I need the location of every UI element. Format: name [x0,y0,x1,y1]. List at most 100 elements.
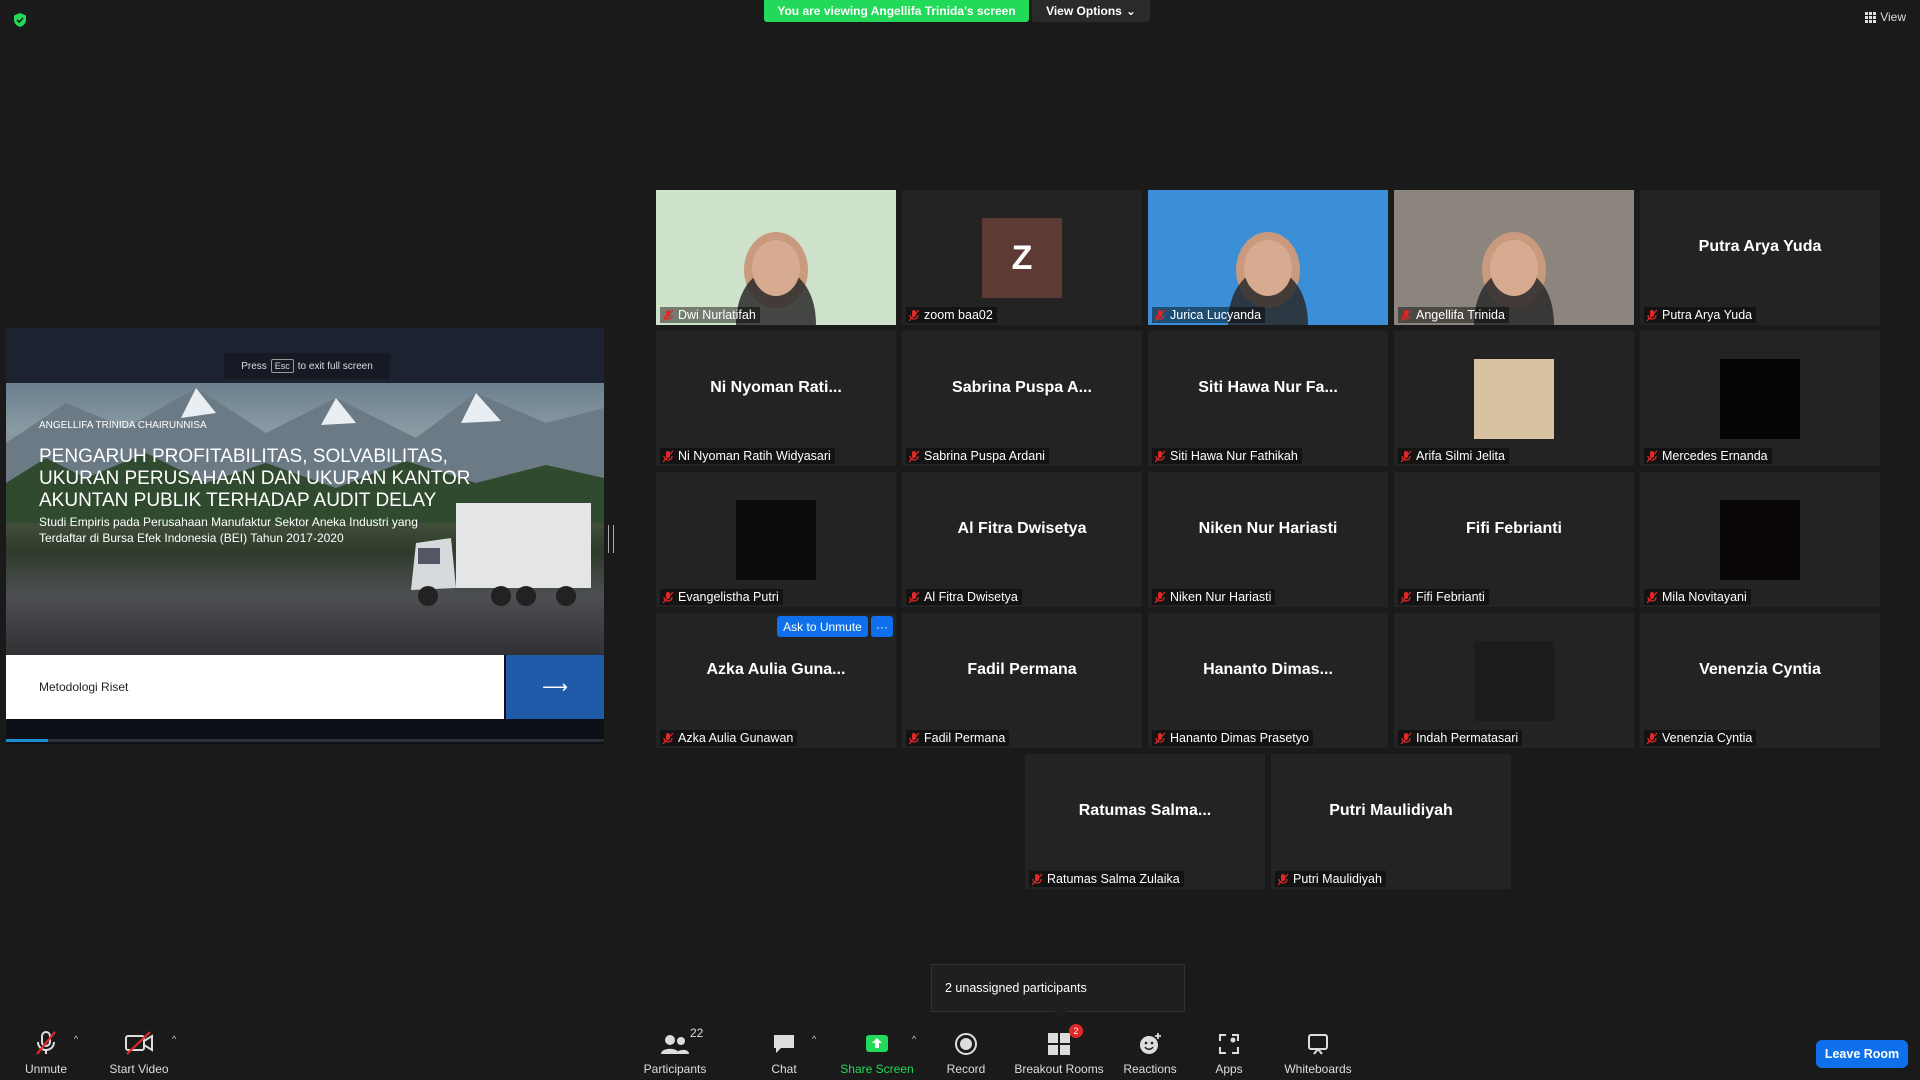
chat-options-caret-icon[interactable]: ^ [812,1034,816,1044]
participant-name: Mercedes Ernanda [1662,449,1768,463]
participant-tile[interactable]: Indah Permatasari [1394,613,1634,748]
participant-name-label: Jurica Lucyanda [1152,307,1266,323]
breakout-rooms-label: Breakout Rooms [1014,1062,1104,1076]
participant-tile[interactable]: Siti Hawa Nur Fa... Siti Hawa Nur Fathika… [1148,331,1388,466]
participant-tile[interactable]: Hananto Dimas... Hananto Dimas Prasetyo [1148,613,1388,748]
shared-screen[interactable]: Press Esc to exit full screen ANGELLIFA … [6,328,604,744]
participant-name-label: Ni Nyoman Ratih Widyasari [660,448,835,464]
unmute-button[interactable]: Unmute [18,1026,74,1076]
esc-hint-post: to exit full screen [297,360,373,372]
participant-tile[interactable]: Mila Novitayani [1640,472,1880,607]
audio-options-caret-icon[interactable]: ^ [74,1034,78,1044]
chat-button[interactable]: Chat [762,1026,806,1076]
participant-tile[interactable]: Arifa Silmi Jelita [1394,331,1634,466]
record-label: Record [946,1062,986,1076]
participants-button[interactable]: Participants 22 [640,1026,710,1076]
participant-name-label: zoom baa02 [906,307,997,323]
more-options-button[interactable]: ··· [871,616,893,637]
slide-nav-label[interactable]: Metodologi Riset [6,655,504,719]
view-options-button[interactable]: View Options ⌄ [1032,0,1150,22]
participant-tile[interactable]: Ni Nyoman Rati... Ni Nyoman Ratih Widyasa… [656,331,896,466]
participant-tile[interactable]: Putri Maulidiyah Putri Maulidiyah [1271,754,1511,889]
participant-name-label: Siti Hawa Nur Fathikah [1152,448,1302,464]
viewing-screen-banner: You are viewing Angellifa Trinida's scre… [764,0,1029,22]
participant-tile[interactable]: Dwi Nurlatifah [656,190,896,325]
participant-display-name: Ratumas Salma... [1078,802,1212,819]
participant-tile[interactable]: Venenzia Cyntia Venenzia Cyntia [1640,613,1880,748]
mic-muted-icon [1400,450,1412,462]
mic-off-icon [36,1031,56,1055]
unassigned-participants-tooltip[interactable]: 2 unassigned participants [931,964,1185,1012]
participant-name-label: Fadil Permana [906,730,1010,746]
view-button[interactable]: View [1865,10,1906,24]
mic-muted-icon [1154,591,1166,603]
participant-display-name: Putra Arya Yuda [1698,238,1822,255]
mic-muted-icon [1154,450,1166,462]
participant-name: Putri Maulidiyah [1293,872,1382,886]
video-options-caret-icon[interactable]: ^ [172,1034,176,1044]
whiteboards-button[interactable]: Whiteboards [1282,1026,1354,1076]
mic-muted-icon [662,450,674,462]
participant-name: Evangelistha Putri [678,590,779,604]
apps-label: Apps [1215,1062,1243,1076]
participant-display-name: Sabrina Puspa A... [952,379,1092,396]
participant-tile[interactable]: Jurica Lucyanda [1148,190,1388,325]
participant-tile[interactable]: Putra Arya Yuda Putra Arya Yuda [1640,190,1880,325]
participant-tile[interactable]: Angellifa Trinida [1394,190,1634,325]
participant-name: Arifa Silmi Jelita [1416,449,1505,463]
mic-muted-icon [1646,450,1658,462]
participant-video [1394,190,1634,325]
share-options-caret-icon[interactable]: ^ [912,1034,916,1044]
participant-name: Al Fitra Dwisetya [924,590,1018,604]
breakout-rooms-button[interactable]: Breakout Rooms 2 [1012,1024,1106,1076]
participant-tile[interactable]: Ratumas Salma... Ratumas Salma Zulaika [1025,754,1265,889]
participant-name-label: Azka Aulia Gunawan [660,730,798,746]
record-button[interactable]: Record [940,1026,992,1076]
participant-name-label: Evangelistha Putri [660,589,783,605]
participant-name: Azka Aulia Gunawan [678,731,794,745]
participant-tile[interactable]: Fadil Permana Fadil Permana [902,613,1142,748]
slide-progress-fill [6,739,48,742]
participant-name-label: Dwi Nurlatifah [660,307,760,323]
participant-name-label: Indah Permatasari [1398,730,1523,746]
participant-tile[interactable]: Evangelistha Putri [656,472,896,607]
share-screen-button[interactable]: Share Screen [840,1026,914,1076]
participant-name: Angellifa Trinida [1416,308,1505,322]
start-video-button[interactable]: Start Video [104,1026,174,1076]
view-button-label: View [1880,10,1906,24]
participant-tile[interactable]: Niken Nur Hariasti Niken Nur Hariasti [1148,472,1388,607]
participant-name: Hananto Dimas Prasetyo [1170,731,1309,745]
participant-tile[interactable]: Mercedes Ernanda [1640,331,1880,466]
reactions-button[interactable]: Reactions [1123,1026,1177,1076]
breakout-rooms-icon [1048,1033,1070,1055]
mic-muted-icon [1154,732,1166,744]
participant-tile[interactable]: Al Fitra Dwisetya Al Fitra Dwisetya [902,472,1142,607]
participant-tile[interactable]: Sabrina Puspa A... Sabrina Puspa Ardani [902,331,1142,466]
apps-icon [1219,1034,1239,1054]
slide-title: PENGARUH PROFITABILITAS, SOLVABILITAS, U… [39,446,471,511]
mic-muted-icon [1400,309,1412,321]
mic-muted-icon [1400,591,1412,603]
participant-display-name: Fifi Febrianti [1466,520,1562,537]
participant-name: Dwi Nurlatifah [678,308,756,322]
participant-tile[interactable]: Zzoom baa02 [902,190,1142,325]
ask-to-unmute-button[interactable]: Ask to Unmute [777,616,868,637]
chevron-down-icon: ⌄ [1125,4,1136,18]
participant-name-label: Putra Arya Yuda [1644,307,1757,323]
participant-name: Siti Hawa Nur Fathikah [1170,449,1298,463]
participant-name-label: Fifi Febrianti [1398,589,1489,605]
esc-key: Esc [270,359,294,373]
participant-avatar: Z [982,218,1062,298]
leave-room-button[interactable]: Leave Room [1816,1040,1908,1068]
meeting-toolbar: Unmute ^ Start Video ^ Participants 22 C… [0,1016,1920,1080]
slide-next-arrow-icon[interactable]: ⟶ [506,655,604,719]
split-view-drag-handle[interactable] [608,525,614,553]
participant-tile[interactable]: Fifi Febrianti Fifi Febrianti [1394,472,1634,607]
participant-name: Fadil Permana [924,731,1006,745]
participant-name: Putra Arya Yuda [1662,308,1753,322]
shared-screen-header: Press Esc to exit full screen [6,328,604,383]
whiteboard-icon [1308,1034,1328,1055]
apps-button[interactable]: Apps [1210,1026,1248,1076]
encryption-shield-icon[interactable] [12,12,28,28]
esc-hint-pre: Press [241,360,267,372]
